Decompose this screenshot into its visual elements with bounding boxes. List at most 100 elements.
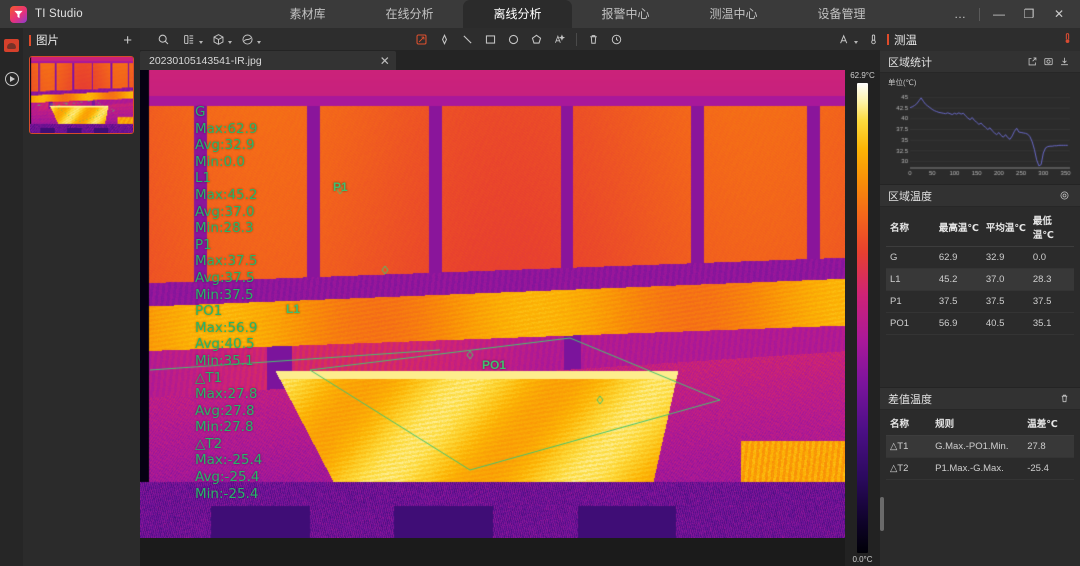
cell-rule: G.Max.-PO1.Min. [931, 435, 1024, 458]
marker-label-po1: PO1 [482, 358, 507, 372]
auto-detect-icon[interactable] [548, 29, 571, 50]
point-marker-icon[interactable] [433, 29, 456, 50]
cell-avg: 40.5 [981, 312, 1029, 335]
accent-bar [887, 34, 889, 45]
main-nav-tabs: 素材库 在线分析 离线分析 报警中心 测温中心 设备管理 [210, 0, 945, 28]
rectangle-tool-icon[interactable] [479, 29, 502, 50]
cell-min: 0.0 [1028, 246, 1074, 269]
trash-icon[interactable] [1056, 393, 1072, 404]
tab-online-analysis[interactable]: 在线分析 [355, 0, 463, 28]
app-title: TI Studio [35, 8, 83, 20]
cell-max: 37.5 [934, 290, 982, 313]
zoom-search-icon[interactable] [152, 29, 175, 50]
cell-max: 45.2 [934, 268, 982, 291]
cell-rule: P1.Max.-G.Max. [931, 457, 1024, 480]
3d-view-icon[interactable] [204, 29, 233, 50]
video-play-icon [4, 72, 19, 86]
rail-item-images[interactable] [2, 34, 22, 56]
line-tool-icon[interactable] [456, 29, 479, 50]
image-library-icon [4, 38, 19, 52]
region-temp-table: 名称 最高温℃ 平均温℃ 最低温℃ G 62.9 32.9 0.0 L1 45.… [886, 207, 1074, 335]
minimize-icon[interactable]: — [984, 0, 1014, 28]
fusion-image-icon[interactable] [233, 29, 262, 50]
table-row[interactable]: △T1 G.Max.-PO1.Min. 27.8 [886, 435, 1074, 458]
marker-label-l1: L1 [286, 302, 301, 316]
tab-material-library[interactable]: 素材库 [259, 0, 355, 28]
diff-temp-table-wrap: 名称 规则 温差℃ △T1 G.Max.-PO1.Min. 27.8 △T2 P… [880, 410, 1080, 480]
cell-avg: 37.0 [981, 268, 1029, 291]
table-row[interactable]: △T2 P1.Max.-G.Max. -25.4 [886, 457, 1074, 480]
thermometer-icon[interactable] [1062, 32, 1073, 48]
colorbar-max-label: 62.9°C [850, 71, 875, 80]
region-temp-header: 区域温度 [880, 185, 1080, 207]
center-workspace: 20230105143541-IR.jpg ✕ G Max:62.9 Avg:3… [140, 28, 978, 566]
divider [576, 32, 577, 46]
file-tab[interactable]: 20230105143541-IR.jpg ✕ [140, 51, 396, 70]
colorbar-gradient [857, 83, 868, 553]
color-scale-bar[interactable]: 62.9°C 0.0°C [845, 70, 880, 566]
cell-avg: 37.5 [981, 290, 1029, 313]
maximize-icon[interactable]: ❐ [1014, 0, 1044, 28]
table-row[interactable]: PO1 56.9 40.5 35.1 [886, 312, 1074, 335]
thermal-image-stage[interactable]: G Max:62.9 Avg:32.9 Min:0.0 L1 Max:45.2 … [140, 70, 845, 538]
accent-bar [29, 34, 31, 46]
divider [979, 7, 980, 21]
region-select-icon[interactable] [410, 29, 433, 50]
panel-scrollbar[interactable] [880, 497, 884, 531]
tab-offline-analysis[interactable]: 离线分析 [463, 0, 572, 28]
text-font-icon[interactable] [830, 29, 859, 50]
cell-name: G [886, 246, 935, 269]
region-stats-title: 区域统计 [888, 56, 932, 69]
download-icon[interactable] [1056, 56, 1072, 67]
add-image-button[interactable]: + [121, 33, 134, 48]
region-stats-chart: 单位(℃) [880, 73, 1080, 184]
table-row[interactable]: L1 45.2 37.0 28.3 [886, 268, 1074, 291]
delete-icon[interactable] [582, 29, 605, 50]
marker-label-p1: P1 [333, 180, 348, 194]
cell-name: △T1 [886, 435, 932, 458]
image-toolbar [140, 28, 978, 51]
region-stats-header: 区域统计 [880, 51, 1080, 73]
tab-alarm-center[interactable]: 报警中心 [572, 0, 680, 28]
cell-diff: 27.8 [1023, 435, 1074, 458]
col-name: 名称 [886, 410, 932, 436]
table-header-row: 名称 最高温℃ 平均温℃ 最低温℃ [886, 207, 1074, 247]
region-temp-table-wrap: 名称 最高温℃ 平均温℃ 最低温℃ G 62.9 32.9 0.0 L1 45.… [880, 207, 1080, 531]
rail-item-videos[interactable] [2, 68, 22, 90]
file-tab-close-icon[interactable]: ✕ [380, 54, 390, 68]
diff-temp-header: 差值温度 [880, 388, 1080, 410]
snapshot-icon[interactable] [1040, 56, 1056, 67]
ellipse-tool-icon[interactable] [502, 29, 525, 50]
diff-temp-table: 名称 规则 温差℃ △T1 G.Max.-PO1.Min. 27.8 △T2 P… [886, 410, 1074, 480]
cell-name: PO1 [886, 312, 935, 335]
left-icon-rail [0, 28, 23, 566]
table-row[interactable]: P1 37.5 37.5 37.5 [886, 290, 1074, 313]
close-icon[interactable]: ✕ [1044, 0, 1074, 28]
thumbnail-preview [30, 57, 133, 133]
cell-min: 37.5 [1028, 290, 1074, 313]
col-avg: 平均温℃ [981, 207, 1029, 247]
cell-max: 56.9 [934, 312, 982, 335]
more-options-icon[interactable]: … [945, 0, 975, 28]
thumbnail-panel: 图片 + [23, 28, 140, 566]
polygon-tool-icon[interactable] [525, 29, 548, 50]
tab-temperature-center[interactable]: 测温中心 [680, 0, 788, 28]
panel-spacer [880, 335, 1080, 387]
ti-studio-logo-icon [10, 5, 27, 23]
col-diff: 温差℃ [1023, 410, 1074, 436]
thumbnail-item[interactable] [29, 56, 134, 134]
col-min: 最低温℃ [1028, 207, 1074, 247]
col-name: 名称 [886, 207, 935, 247]
col-max: 最高温℃ [934, 207, 982, 247]
cell-diff: -25.4 [1023, 457, 1074, 480]
measurement-panel-title: 测温 [894, 34, 917, 47]
app-window: TI Studio 素材库 在线分析 离线分析 报警中心 测温中心 设备管理 …… [0, 0, 1080, 566]
reset-icon[interactable] [605, 29, 628, 50]
gear-icon[interactable] [1056, 190, 1072, 201]
palette-icon[interactable] [175, 29, 204, 50]
table-row[interactable]: G 62.9 32.9 0.0 [886, 246, 1074, 269]
export-icon[interactable] [1024, 56, 1040, 67]
tab-device-management[interactable]: 设备管理 [788, 0, 896, 28]
image-viewer: G Max:62.9 Avg:32.9 Min:0.0 L1 Max:45.2 … [140, 70, 880, 566]
cell-max: 62.9 [934, 246, 982, 269]
